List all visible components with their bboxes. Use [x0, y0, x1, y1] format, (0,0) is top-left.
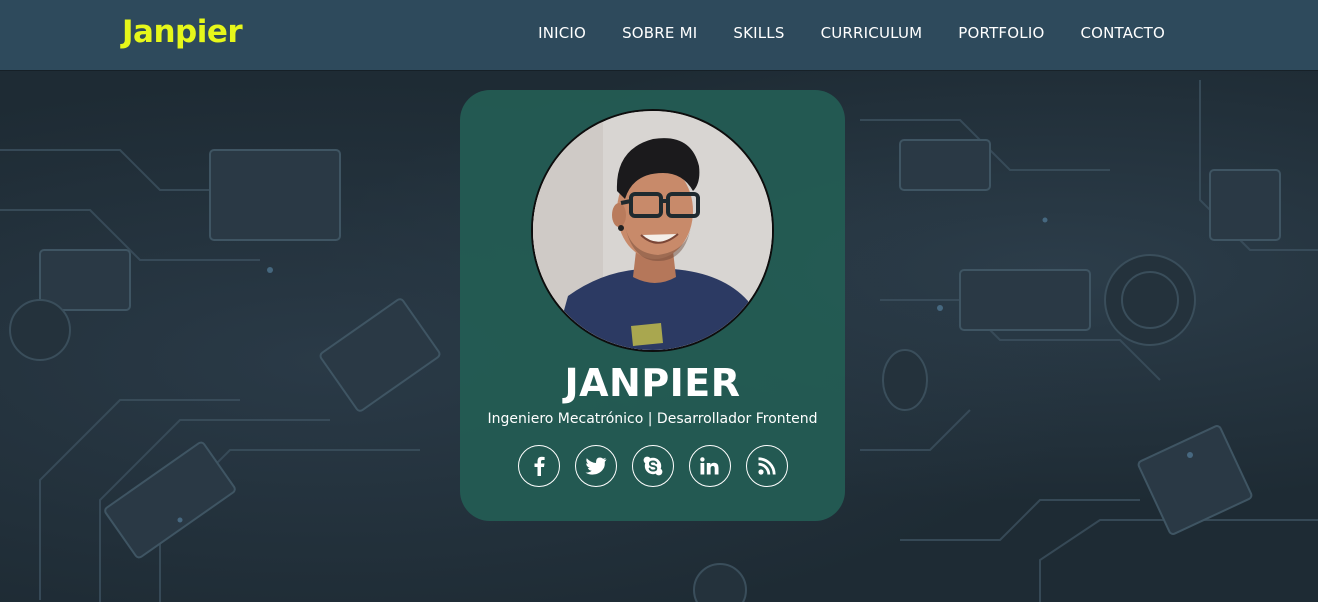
facebook-link[interactable]: [517, 445, 560, 487]
nav-item-curriculum: CURRICULUM: [821, 24, 923, 43]
navbar: Janpier INICIO SOBRE MI SKILLS CURRICULU…: [0, 0, 1318, 70]
nav-item-skills: SKILLS: [733, 24, 784, 43]
rss-icon: [757, 457, 776, 475]
skype-link[interactable]: [631, 445, 674, 487]
linkedin-link[interactable]: [688, 445, 731, 487]
facebook-icon: [530, 456, 548, 476]
nav-item-portfolio: PORTFOLIO: [958, 24, 1044, 43]
rss-link[interactable]: [745, 445, 788, 487]
nav-link-skills[interactable]: SKILLS: [733, 24, 784, 42]
linkedin-icon: [700, 457, 719, 475]
profile-subtitle: Ingeniero Mecatrónico | Desarrollador Fr…: [487, 411, 818, 427]
social-links: [460, 445, 845, 487]
nav-link-contacto[interactable]: CONTACTO: [1080, 24, 1165, 42]
nav-item-inicio: INICIO: [538, 24, 586, 43]
brand-logo[interactable]: Janpier: [122, 14, 243, 50]
nav-menu: INICIO SOBRE MI SKILLS CURRICULUM PORTFO…: [502, 24, 1165, 43]
nav-link-curriculum[interactable]: CURRICULUM: [821, 24, 923, 42]
skype-icon: [643, 456, 663, 476]
twitter-icon: [585, 457, 607, 475]
nav-link-inicio[interactable]: INICIO: [538, 24, 586, 42]
profile-name: JANPIER: [564, 361, 741, 405]
nav-item-sobre-mi: SOBRE MI: [622, 24, 697, 43]
nav-link-sobre-mi[interactable]: SOBRE MI: [622, 24, 697, 42]
nav-item-contacto: CONTACTO: [1080, 24, 1165, 43]
profile-photo: [531, 109, 774, 352]
twitter-link[interactable]: [574, 445, 617, 487]
nav-link-portfolio[interactable]: PORTFOLIO: [958, 24, 1044, 42]
profile-card: JANPIER Ingeniero Mecatrónico | Desarrol…: [460, 90, 845, 521]
